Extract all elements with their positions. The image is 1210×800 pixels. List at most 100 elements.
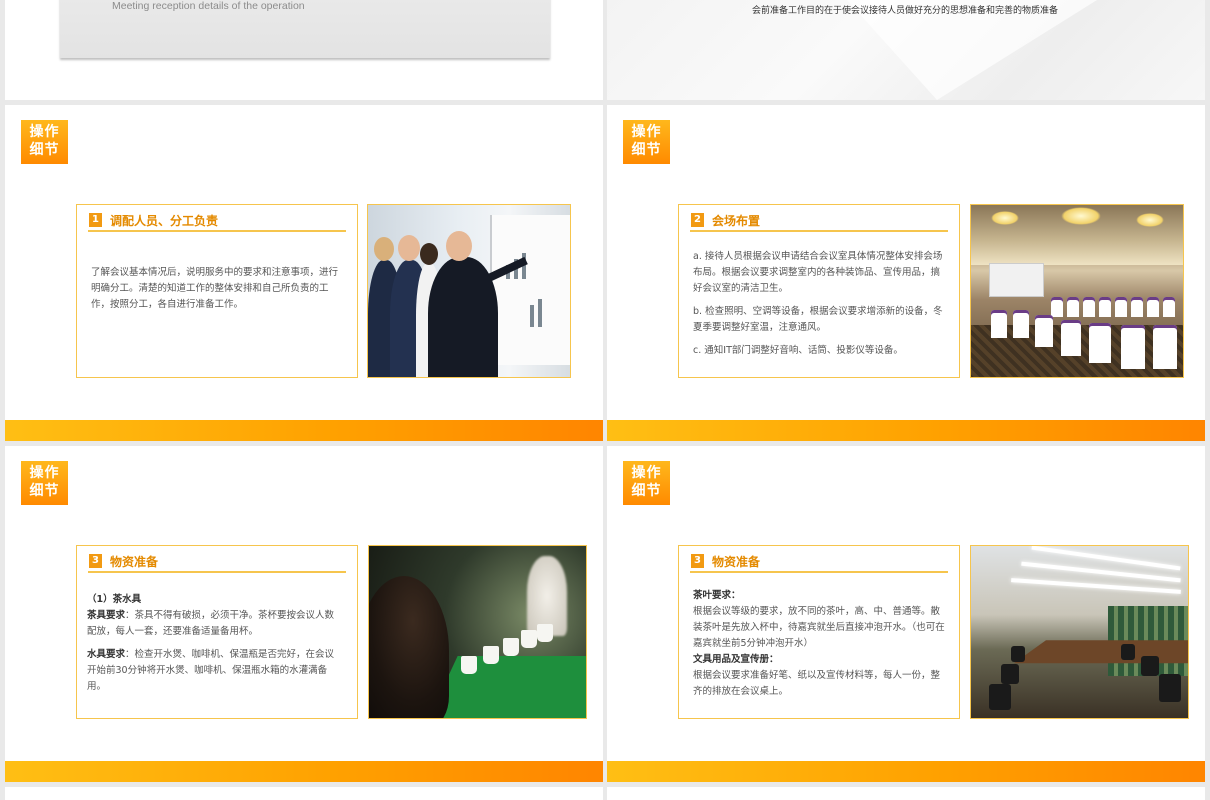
card-paragraph: a. 接待人员根据会议申请结合会议室具体情况整体安排会场布局。根据会议要求调整室… — [693, 251, 943, 294]
person-head — [374, 237, 394, 261]
block-label: 茶叶要求： — [693, 590, 741, 601]
section-badge: 操作 细节 — [623, 120, 670, 164]
business-team-photo — [367, 204, 571, 378]
footer-bar — [607, 761, 1205, 782]
badge-line-1: 操作 — [29, 124, 60, 140]
card-paragraph: c. 通知IT部门调整好音响、话筒、投影仪等设备。 — [693, 345, 903, 356]
ceiling-light — [1011, 578, 1181, 594]
step-number: 2 — [691, 213, 704, 227]
tea-service-photo — [368, 545, 587, 719]
title-card: Meeting reception details of the operati… — [60, 0, 550, 58]
board-bar — [530, 305, 534, 327]
presentation-board — [490, 215, 570, 365]
section-badge: 操作 细节 — [21, 120, 68, 164]
presenter-head — [446, 231, 472, 261]
content-card: 3 物资准备 茶叶要求： 根据会议等级的要求，放不同的茶叶，高、中、普通等。散装… — [678, 545, 960, 719]
card-header: 3 物资准备 — [88, 553, 346, 573]
content-card: 1 调配人员、分工负责 了解会议基本情况后，说明服务中的要求和注意事项，进行明确… — [76, 204, 358, 378]
block-label: 文具用品及宣传册： — [693, 654, 779, 665]
chandelier — [991, 211, 1019, 225]
tea-cup — [521, 630, 537, 648]
chair — [1131, 297, 1143, 317]
step-number: 3 — [89, 554, 102, 568]
chair — [1067, 297, 1079, 317]
staff-figure — [369, 576, 449, 718]
card-body: a. 接待人员根据会议申请结合会议室具体情况整体安排会场布局。根据会议要求调整室… — [693, 249, 947, 366]
card-title: 物资准备 — [110, 555, 159, 569]
block-text: 根据会议等级的要求，放不同的茶叶，高、中、普通等。散装茶叶是先放入杯中，待嘉宾就… — [693, 606, 945, 649]
stage-screen — [989, 263, 1044, 297]
chair — [1089, 323, 1111, 363]
badge-line-1: 操作 — [29, 465, 60, 481]
conference-room-photo — [970, 545, 1189, 719]
card-header: 1 调配人员、分工负责 — [88, 212, 346, 232]
office-chair — [1011, 646, 1025, 662]
tea-cup — [537, 624, 553, 642]
person-head — [398, 235, 420, 261]
badge-line-2: 细节 — [29, 142, 60, 158]
chair — [1147, 297, 1159, 317]
card-item: 茶具要求：茶具不得有破损，必须干净。茶杯要按会议人数配放，每人一套，还要准备适量… — [87, 610, 335, 637]
chair — [1153, 325, 1177, 369]
chair — [1115, 297, 1127, 317]
chair — [1163, 297, 1175, 317]
tea-cup — [503, 638, 519, 656]
office-chair — [1159, 674, 1181, 702]
conference-table — [1013, 640, 1188, 664]
slide-materials-tea[interactable]: 操作 细节 3 物资准备 （1）茶水具 茶具要求：茶具不得有破损，必须干净。茶杯… — [5, 446, 603, 782]
tea-cup — [483, 646, 499, 664]
chair — [1121, 325, 1145, 369]
slide-top-right[interactable]: 会前准备工作目的在于使会议接待人员做好充分的思想准备和完善的物质准备 — [607, 0, 1205, 100]
card-paragraph: b. 检查照明、空调等设备，根据会议要求增添新的设备，冬夏季要调整好室温，注意通… — [693, 306, 943, 333]
footer-bar — [607, 420, 1205, 441]
office-chair — [1121, 644, 1135, 660]
chair — [1083, 297, 1095, 317]
footer-bar — [5, 761, 603, 782]
card-body: （1）茶水具 茶具要求：茶具不得有破损，必须干净。茶杯要按会议人数配放，每人一套… — [87, 592, 341, 702]
card-header: 3 物资准备 — [690, 553, 948, 573]
badge-line-1: 操作 — [631, 124, 662, 140]
chandelier — [1136, 213, 1164, 227]
chair — [991, 310, 1007, 338]
slide-venue-layout[interactable]: 操作 细节 2 会场布置 a. 接待人员根据会议申请结合会议室具体情况整体安排会… — [607, 105, 1205, 441]
slide-materials-stationery[interactable]: 操作 细节 3 物资准备 茶叶要求： 根据会议等级的要求，放不同的茶叶，高、中、… — [607, 446, 1205, 782]
card-body: 了解会议基本情况后，说明服务中的要求和注意事项，进行明确分工。清楚的知道工作的整… — [91, 265, 345, 320]
badge-line-2: 细节 — [631, 142, 662, 158]
badge-line-1: 操作 — [631, 465, 662, 481]
chair — [1051, 297, 1063, 317]
slide-bottom-right-partial[interactable] — [607, 787, 1205, 800]
step-number: 3 — [691, 554, 704, 568]
card-item: 水具要求：检查开水煲、咖啡机、保温瓶是否完好，在会议开始前30分钟将开水煲、咖啡… — [87, 649, 335, 692]
subtitle-english: Meeting reception details of the operati… — [112, 0, 305, 12]
chair — [1035, 315, 1053, 347]
card-paragraph: 了解会议基本情况后，说明服务中的要求和注意事项，进行明确分工。清楚的知道工作的整… — [91, 267, 339, 310]
content-card: 2 会场布置 a. 接待人员根据会议申请结合会议室具体情况整体安排会场布局。根据… — [678, 204, 960, 378]
section-badge: 操作 细节 — [21, 461, 68, 505]
board-bar — [538, 299, 542, 327]
chair — [1061, 320, 1081, 356]
office-chair — [1141, 656, 1159, 676]
card-title: 物资准备 — [712, 555, 761, 569]
card-body: 茶叶要求： 根据会议等级的要求，放不同的茶叶，高、中、普通等。散装茶叶是先放入杯… — [693, 588, 947, 707]
block-text: 根据会议要求准备好笔、纸以及宣传材料等，每人一份，整齐的排放在会议桌上。 — [693, 670, 941, 697]
chair — [1013, 310, 1029, 338]
card-title: 会场布置 — [712, 214, 761, 228]
footer-bar — [5, 420, 603, 441]
tea-cup — [461, 656, 477, 674]
office-chair — [989, 684, 1011, 710]
intro-text: 会前准备工作目的在于使会议接待人员做好充分的思想准备和完善的物质准备 — [752, 6, 1059, 16]
section-badge: 操作 细节 — [623, 461, 670, 505]
ballroom-photo — [970, 204, 1184, 378]
card-title: 调配人员、分工负责 — [110, 214, 219, 228]
slide-bottom-left-partial[interactable] — [5, 787, 603, 800]
card-header: 2 会场布置 — [690, 212, 948, 232]
badge-line-2: 细节 — [29, 483, 60, 499]
slide-staffing[interactable]: 操作 细节 1 调配人员、分工负责 了解会议基本情况后，说明服务中的要求和注意事… — [5, 105, 603, 441]
office-chair — [1001, 664, 1019, 684]
chandelier — [1061, 207, 1101, 225]
slide-top-left[interactable]: Meeting reception details of the operati… — [5, 0, 603, 100]
card-subheading: （1）茶水具 — [87, 594, 142, 605]
presenter-figure — [428, 257, 498, 377]
chair — [1099, 297, 1111, 317]
person-head — [420, 243, 438, 265]
